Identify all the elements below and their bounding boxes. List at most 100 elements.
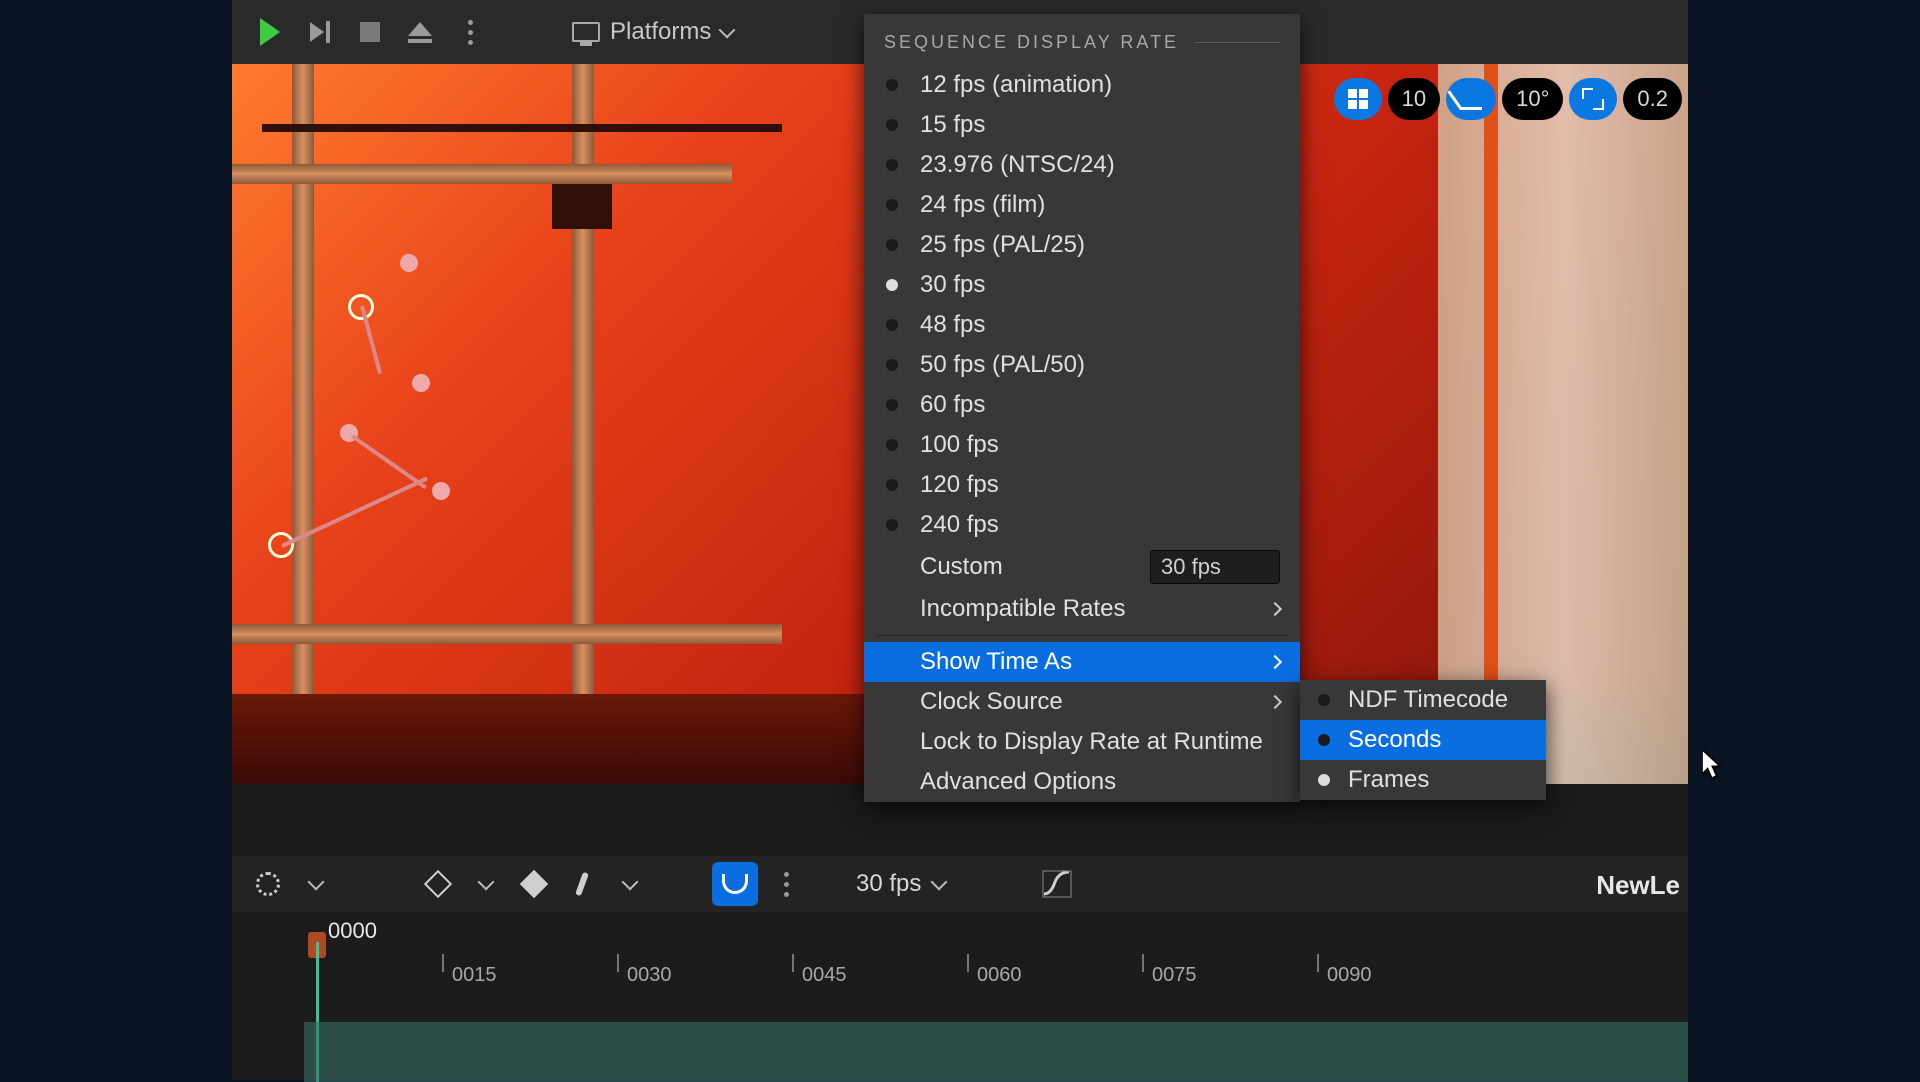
brush-icon: [575, 872, 589, 897]
eject-icon: [408, 22, 432, 43]
scene-pipe: [232, 164, 732, 184]
fps-option[interactable]: 23.976 (NTSC/24): [864, 145, 1300, 185]
chevron-down-icon: [308, 874, 325, 891]
ruler-tick: 0075: [1152, 964, 1197, 987]
scene-decor: [262, 124, 782, 132]
custom-rate-row[interactable]: Custom 30 fps: [864, 545, 1300, 589]
angle-snap-value[interactable]: 10°: [1502, 78, 1563, 120]
fps-option[interactable]: 50 fps (PAL/50): [864, 345, 1300, 385]
fps-option[interactable]: 100 fps: [864, 425, 1300, 465]
stop-button[interactable]: [350, 12, 390, 52]
keyframe-solid-icon: [520, 870, 548, 898]
fps-option[interactable]: 48 fps: [864, 305, 1300, 345]
fps-option-label: 50 fps (PAL/50): [920, 351, 1085, 379]
time-ruler[interactable]: 001500300045006000750090: [232, 964, 1688, 988]
settings-button[interactable]: [248, 864, 288, 904]
fps-option[interactable]: 24 fps (film): [864, 185, 1300, 225]
fps-option-label: 60 fps: [920, 391, 985, 419]
fps-option-label: 240 fps: [920, 511, 999, 539]
fps-option-label: 25 fps (PAL/25): [920, 231, 1085, 259]
radio-icon: [886, 159, 898, 171]
radio-icon: [886, 479, 898, 491]
key-dropdown[interactable]: [466, 864, 506, 904]
scene-marker: [412, 374, 430, 392]
lock-display-rate-item[interactable]: Lock to Display Rate at Runtime: [864, 722, 1300, 762]
scene-stripe: [1484, 64, 1498, 784]
custom-rate-label: Custom: [920, 553, 1003, 581]
radio-icon: [886, 439, 898, 451]
radio-icon: [886, 199, 898, 211]
fps-option-label: 24 fps (film): [920, 191, 1045, 219]
scene-marker: [432, 482, 450, 500]
fps-option-label: 48 fps: [920, 311, 985, 339]
settings-dropdown[interactable]: [296, 864, 336, 904]
fps-option-label: 23.976 (NTSC/24): [920, 151, 1115, 179]
fps-option[interactable]: 12 fps (animation): [864, 65, 1300, 105]
time-format-option[interactable]: Frames: [1300, 760, 1546, 800]
radio-icon: [886, 359, 898, 371]
snap-options[interactable]: [766, 864, 806, 904]
fps-option[interactable]: 120 fps: [864, 465, 1300, 505]
grid-snap-value[interactable]: 10: [1388, 78, 1440, 120]
scene-pipe: [232, 624, 782, 644]
fps-option[interactable]: 25 fps (PAL/25): [864, 225, 1300, 265]
curve-editor-button[interactable]: [1041, 868, 1073, 900]
monitor-icon: [572, 22, 600, 42]
radio-icon: [886, 519, 898, 531]
show-time-as-submenu: NDF TimecodeSecondsFrames: [1300, 680, 1546, 800]
radio-icon: [886, 239, 898, 251]
angle-snap-toggle[interactable]: [1446, 78, 1496, 120]
ruler-tick: 0045: [802, 964, 847, 987]
scale-snap-value[interactable]: 0.2: [1623, 78, 1682, 120]
incompatible-rates-item[interactable]: Incompatible Rates: [864, 589, 1300, 629]
brush-dropdown[interactable]: [610, 864, 650, 904]
eject-button[interactable]: [400, 12, 440, 52]
clock-source-item[interactable]: Clock Source: [864, 682, 1300, 722]
step-button[interactable]: [300, 12, 340, 52]
fps-selector[interactable]: 30 fps: [856, 870, 945, 898]
editor-stage: Platforms 1: [232, 0, 1688, 1080]
mouse-cursor: [1702, 750, 1724, 785]
snap-toggle[interactable]: [712, 862, 758, 906]
advanced-options-item[interactable]: Advanced Options: [864, 762, 1300, 802]
track-region[interactable]: [304, 1022, 1688, 1082]
custom-rate-input[interactable]: 30 fps: [1150, 550, 1280, 584]
fps-option[interactable]: 60 fps: [864, 385, 1300, 425]
ruler-tick: 0030: [627, 964, 672, 987]
fps-option[interactable]: 240 fps: [864, 505, 1300, 545]
display-rate-menu: SEQUENCE DISPLAY RATE 12 fps (animation)…: [864, 14, 1300, 802]
show-time-as-item[interactable]: Show Time As: [864, 642, 1300, 682]
fps-option[interactable]: 15 fps: [864, 105, 1300, 145]
chevron-right-icon: [1268, 695, 1282, 709]
platforms-dropdown[interactable]: Platforms: [560, 12, 745, 52]
timeline[interactable]: 0000 001500300045006000750090: [232, 912, 1688, 1080]
fps-option[interactable]: 30 fps: [864, 265, 1300, 305]
brush-button[interactable]: [562, 864, 602, 904]
scene-marker: [400, 254, 418, 272]
scene-line: [351, 434, 427, 489]
play-button[interactable]: [250, 12, 290, 52]
time-format-option[interactable]: NDF Timecode: [1300, 680, 1546, 720]
menu-section-header: SEQUENCE DISPLAY RATE: [864, 14, 1300, 65]
play-options-button[interactable]: [450, 12, 490, 52]
autokey-button[interactable]: [514, 864, 554, 904]
sequence-name[interactable]: NewLe: [1596, 870, 1680, 901]
chevron-down-icon: [622, 874, 639, 891]
menu-separator: [876, 635, 1288, 636]
playhead-frame-label: 0000: [328, 918, 377, 944]
ruler-tick: 0090: [1327, 964, 1372, 987]
time-format-option[interactable]: Seconds: [1300, 720, 1546, 760]
scene-line: [360, 305, 382, 374]
radio-icon: [886, 79, 898, 91]
radio-icon: [886, 279, 898, 291]
platforms-label: Platforms: [610, 18, 711, 46]
radio-icon: [886, 119, 898, 131]
key-button[interactable]: [418, 864, 458, 904]
grid-snap-toggle[interactable]: [1334, 78, 1382, 120]
fps-option-label: 30 fps: [920, 271, 985, 299]
step-icon: [310, 21, 330, 43]
scale-snap-toggle[interactable]: [1569, 78, 1617, 120]
grid-icon: [1348, 89, 1368, 109]
chevron-down-icon: [478, 874, 495, 891]
ruler-tick: 0060: [977, 964, 1022, 987]
